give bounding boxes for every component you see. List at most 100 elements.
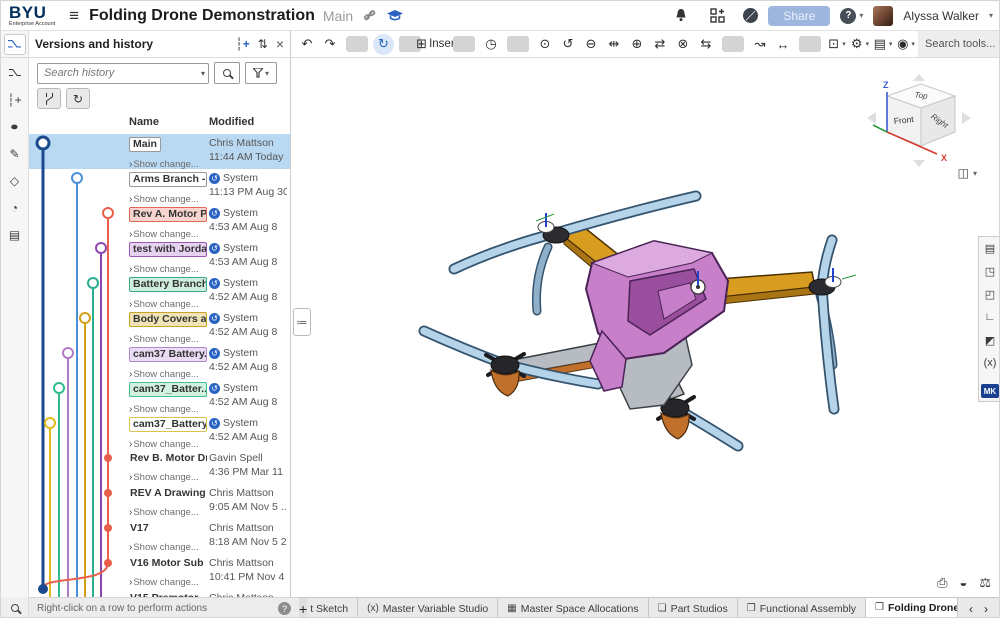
user-name[interactable]: Alyssa Walker	[903, 9, 979, 23]
history-row[interactable]: cam37 Battery... ›Show change... ↺System…	[29, 344, 291, 379]
link-icon[interactable]	[359, 6, 379, 26]
compare-icon[interactable]: ⇅	[258, 37, 268, 51]
drone-model[interactable]	[396, 183, 896, 483]
parts-panel-icon[interactable]: ◰	[981, 286, 999, 302]
history-row[interactable]: cam37_Battery ›Show change... ↺System 4:…	[29, 414, 291, 449]
search-tools[interactable]: Search tools... alt/⌥ c	[918, 31, 1000, 57]
chevron-down-icon[interactable]: ▾	[201, 69, 205, 78]
branch-view-toggle[interactable]: ⌥	[37, 88, 61, 109]
separator[interactable]	[346, 36, 368, 52]
revolute-mate-icon[interactable]: ↺	[557, 33, 579, 55]
history-row[interactable]: Body Covers a... ›Show change... ↺System…	[29, 309, 291, 344]
assembly-list-toggle[interactable]: ≔	[293, 308, 311, 336]
separator[interactable]	[507, 36, 529, 52]
explode-view-icon[interactable]: ⊡▾	[826, 33, 848, 55]
mass-properties-icon[interactable]: ⚖	[979, 575, 991, 591]
tab-functional-assembly[interactable]: ❐Functional Assembly	[738, 598, 866, 618]
versions-history-icon[interactable]: ⌥	[5, 64, 25, 82]
create-version-icon[interactable]: ┆+	[236, 37, 250, 51]
snap-mode-icon[interactable]: ↝	[749, 33, 771, 55]
separator[interactable]	[799, 36, 821, 52]
separator[interactable]	[722, 36, 744, 52]
sidebar-search[interactable]	[1, 597, 29, 618]
search-button[interactable]	[214, 62, 240, 84]
view-options-dropdown[interactable]: ◫ ▾	[958, 166, 977, 180]
restore-toggle[interactable]: ↻	[66, 88, 90, 109]
appearance-panel-icon[interactable]: ◩	[981, 332, 999, 348]
view-cube[interactable]: Top Front Right Z X	[859, 72, 979, 172]
display-states-icon[interactable]: ◳	[981, 263, 999, 279]
parallel-mate-icon[interactable]: ⇆	[695, 33, 717, 55]
appearance-tools-icon[interactable]: ◉▾	[895, 33, 917, 55]
show-changes-link[interactable]: ›Show change...	[129, 507, 209, 518]
history-clock-icon[interactable]: ◷	[480, 33, 502, 55]
mate-connector-icon[interactable]: ⊙	[534, 33, 556, 55]
tab-master-variable-studio[interactable]: (x)Master Variable Studio	[358, 598, 498, 618]
help-icon[interactable]: ?	[278, 602, 291, 615]
notifications-bell-icon[interactable]	[671, 6, 691, 26]
ball-mate-icon[interactable]: ⊗	[672, 33, 694, 55]
avatar[interactable]	[873, 6, 893, 26]
filter-button[interactable]: ▾	[245, 62, 277, 84]
sheet-metal-panel-icon[interactable]: ∟	[981, 309, 999, 325]
feedback-icon[interactable]	[743, 8, 758, 23]
add-tab-button[interactable]: +	[299, 598, 307, 618]
timer-icon[interactable]: ◔	[5, 199, 25, 217]
history-search[interactable]: ▾	[37, 63, 209, 84]
history-row[interactable]: REV A Drawing ... ›Show change... Chris …	[29, 484, 291, 519]
history-row[interactable]: cam37_Batter... ›Show change... ↺System …	[29, 379, 291, 414]
share-button[interactable]: Share	[768, 6, 830, 26]
tab-part-studios[interactable]: ❏Part Studios	[649, 598, 738, 618]
redo-icon[interactable]: ↷	[319, 33, 341, 55]
performance-gauge-icon[interactable]: ◒	[959, 575, 967, 591]
mk-app-icon[interactable]: MK	[981, 384, 999, 398]
separator[interactable]	[453, 36, 475, 52]
app-store-icon[interactable]	[707, 6, 727, 26]
classroom-icon[interactable]	[385, 6, 405, 26]
history-row[interactable]: Arms Branch - ... ›Show change... ↺Syste…	[29, 169, 291, 204]
fastened-mate-icon[interactable]: ⊖	[580, 33, 602, 55]
create-version-icon[interactable]: ┆+	[5, 91, 25, 109]
properties-table-icon[interactable]: ▤	[5, 226, 25, 244]
tab-folding-drone[interactable]: ❐Folding Drone	[866, 598, 969, 618]
history-row[interactable]: Rev B. Motor Dr... ›Show change... Gavin…	[29, 449, 291, 484]
release-notes-icon[interactable]: ✎	[5, 145, 25, 163]
history-row[interactable]: V15 Premotor ›Show change... Chris Matts…	[29, 589, 291, 597]
show-changes-link[interactable]: ›Show change...	[129, 472, 209, 483]
main-menu-icon[interactable]: ≡	[69, 6, 79, 26]
document-title[interactable]: Folding Drone Demonstration	[89, 7, 315, 25]
history-row[interactable]: Rev A. Motor P... ›Show change... ↺Syste…	[29, 204, 291, 239]
close-icon[interactable]: ×	[276, 36, 284, 52]
show-changes-link[interactable]: ›Show change...	[129, 577, 209, 588]
graphics-viewport[interactable]: ≔ Top Front Right Z X	[291, 58, 1000, 597]
help-menu[interactable]: ? ▾	[840, 8, 863, 24]
insert-icon[interactable]: ⊞Insert	[426, 33, 448, 55]
tab-master-space-allocations[interactable]: ▦Master Space Allocations	[498, 598, 648, 618]
search-input[interactable]	[37, 63, 209, 84]
cube-face-front[interactable]: Front	[893, 114, 914, 126]
assembly-features-icon[interactable]: ⚙▾	[849, 33, 871, 55]
tab-layout-sketch[interactable]: t Sketch	[307, 598, 358, 618]
byu-logo[interactable]: BYU Enterprise Account	[9, 4, 55, 28]
history-row[interactable]: test with Jorda... ›Show change... ↺Syst…	[29, 239, 291, 274]
history-row[interactable]: Main ›Show change... Chris Mattson 11:44…	[29, 134, 291, 169]
history-row[interactable]: Battery Branch ›Show change... ↺System 4…	[29, 274, 291, 309]
history-row[interactable]: V17 ›Show change... Chris Mattson 8:18 A…	[29, 519, 291, 554]
cube-face-top[interactable]: Top	[914, 90, 929, 101]
measure-width-icon[interactable]: ↔	[772, 33, 794, 55]
cylindrical-mate-icon[interactable]: ⇄	[649, 33, 671, 55]
history-row[interactable]: V16 Motor Sub ... ›Show change... Chris …	[29, 554, 291, 589]
variables-panel-icon[interactable]: (x)	[981, 355, 999, 371]
versions-panel-toggle[interactable]: ⌥	[1, 31, 29, 57]
named-views-icon[interactable]: ▤▾	[872, 33, 894, 55]
undo-icon[interactable]: ↶	[296, 33, 318, 55]
structure-panel-icon[interactable]: ▤	[981, 240, 999, 256]
slider-mate-icon[interactable]: ⇹	[603, 33, 625, 55]
print-3d-icon[interactable]: ⎙	[937, 575, 947, 591]
rotate-view-icon[interactable]: ↻	[373, 34, 394, 55]
tab-nav-right-icon[interactable]: ›	[984, 602, 988, 616]
comments-icon[interactable]: ●	[5, 118, 25, 136]
show-changes-link[interactable]: ›Show change...	[129, 542, 209, 553]
tab-nav-left-icon[interactable]: ‹	[969, 602, 973, 616]
where-used-icon[interactable]: ◇	[5, 172, 25, 190]
